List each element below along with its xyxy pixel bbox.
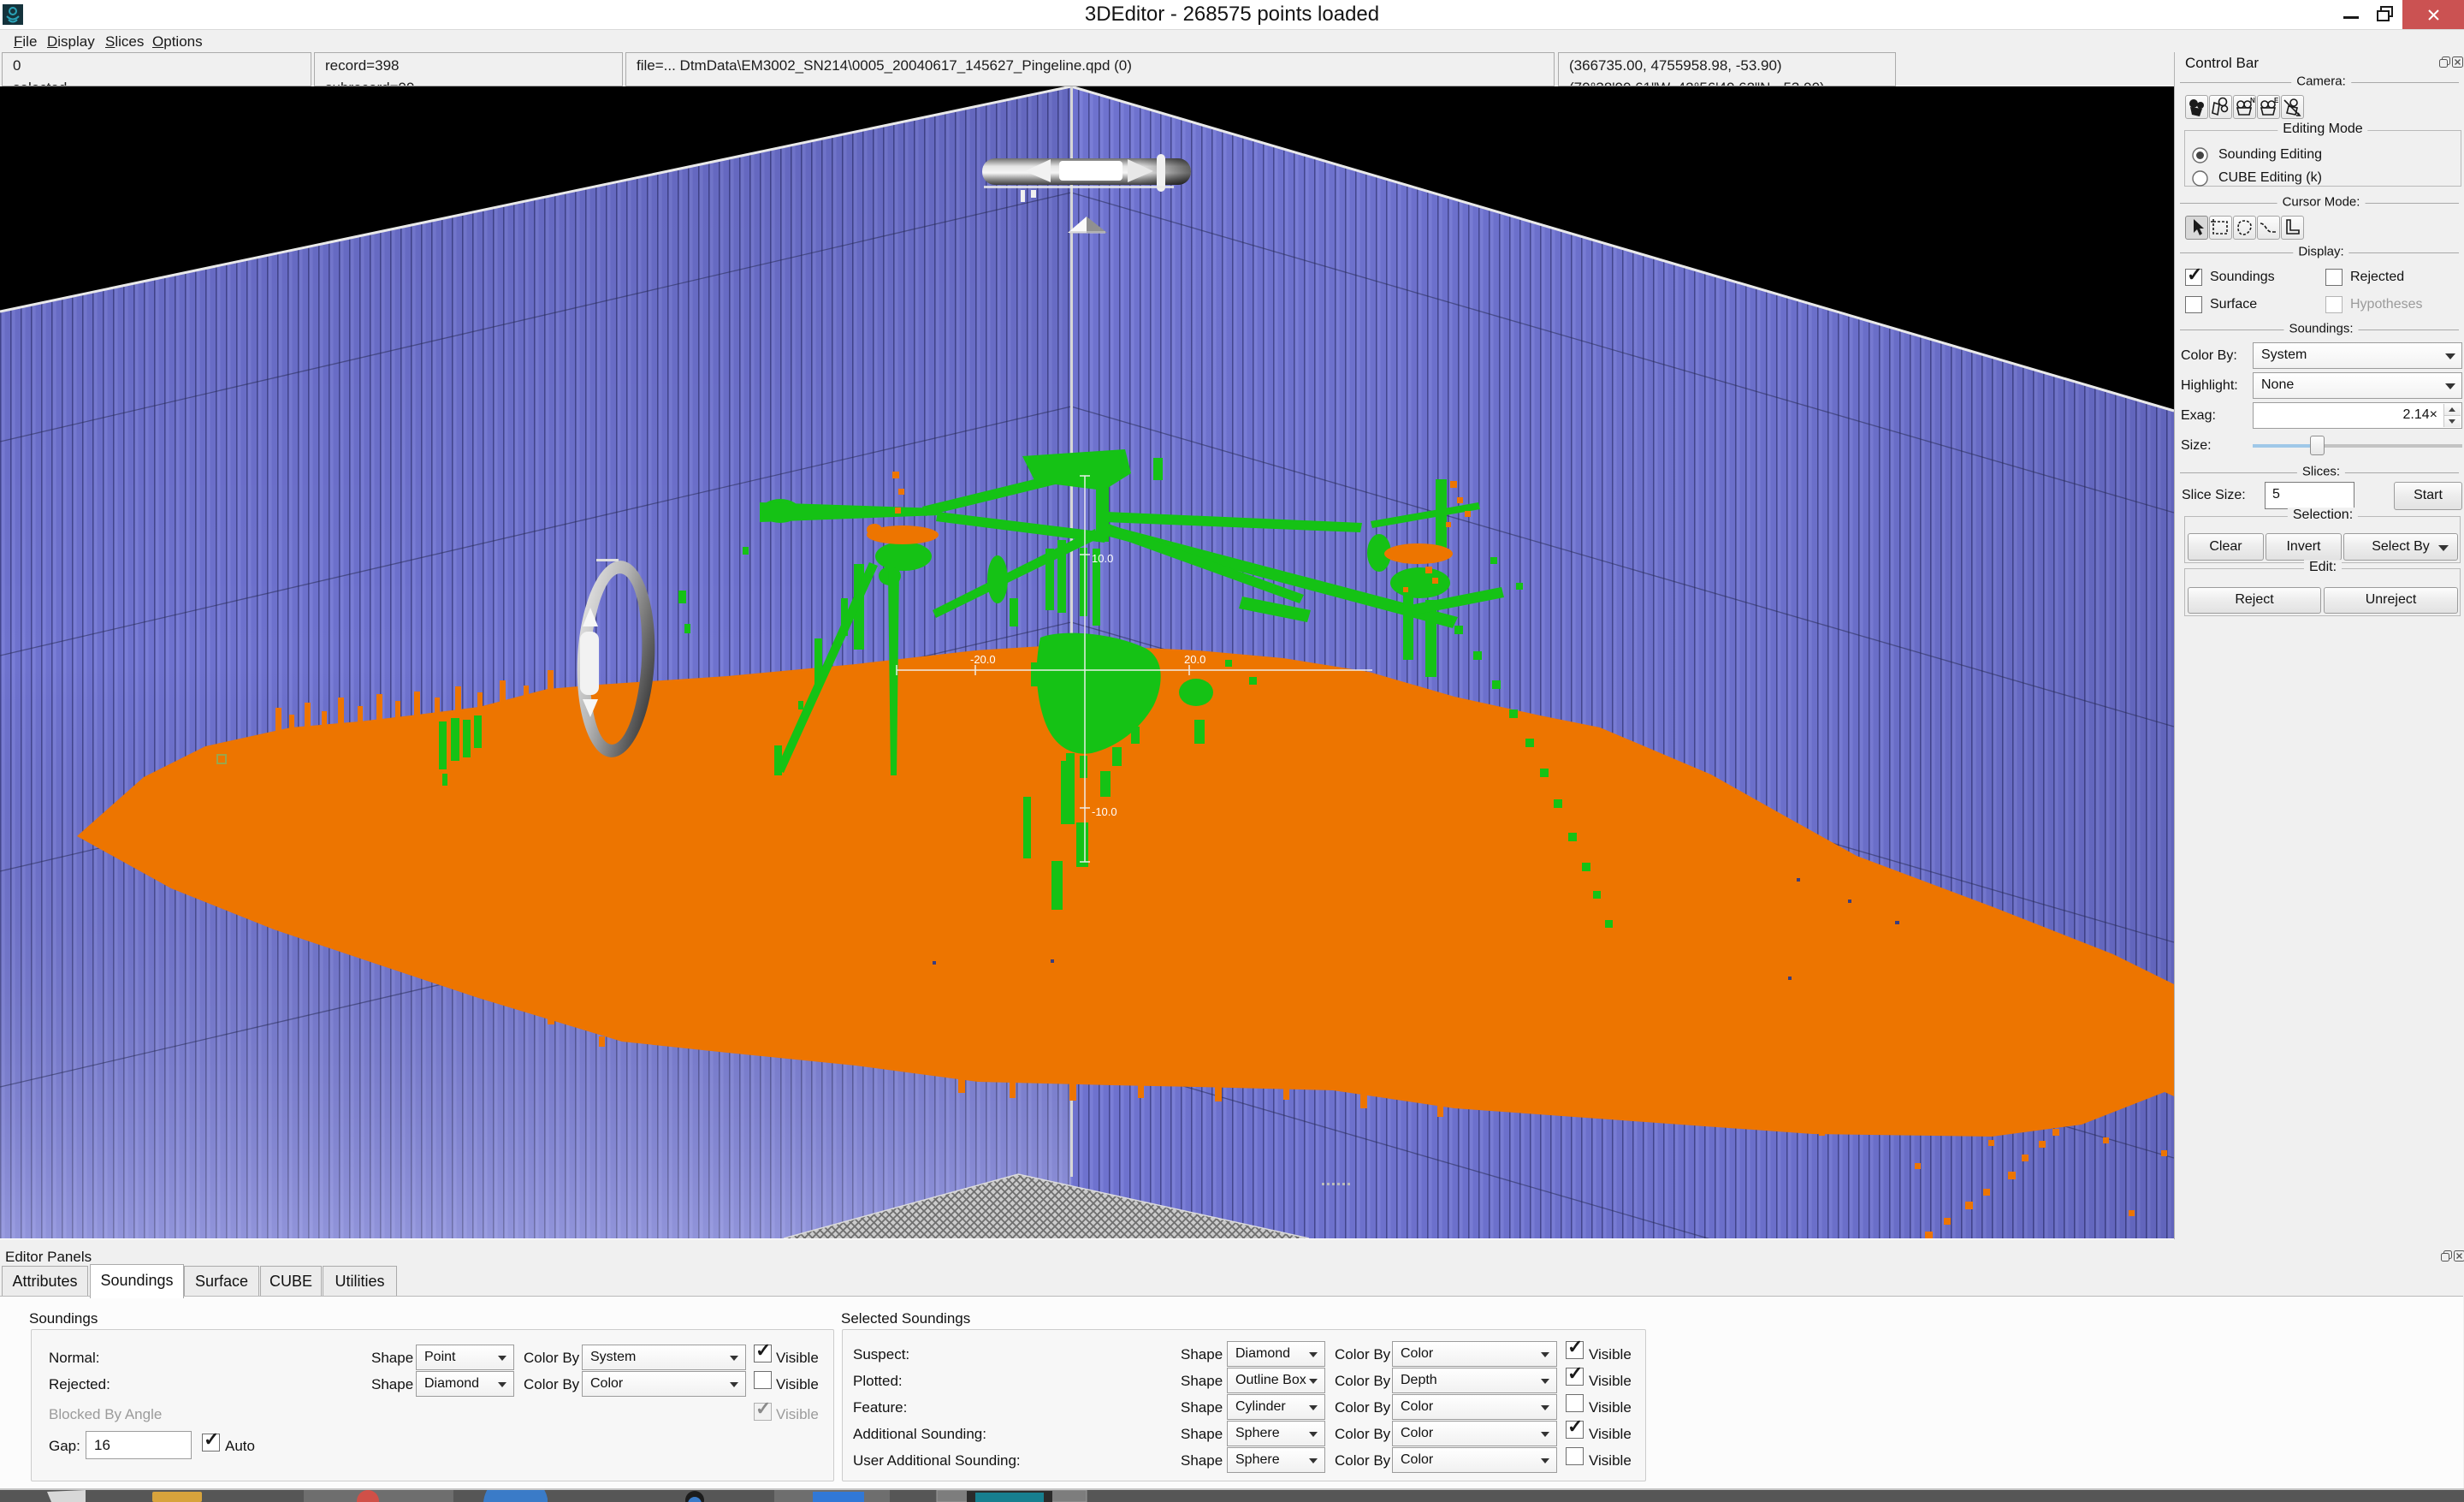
svg-text:20.0: 20.0	[1184, 653, 1205, 666]
svg-text:-10.0: -10.0	[1092, 805, 1117, 818]
svg-text:E: E	[2274, 97, 2279, 104]
svg-text:10.0: 10.0	[1092, 552, 1113, 565]
svg-text:-20.0: -20.0	[970, 653, 996, 666]
svg-text:N: N	[2250, 97, 2255, 104]
